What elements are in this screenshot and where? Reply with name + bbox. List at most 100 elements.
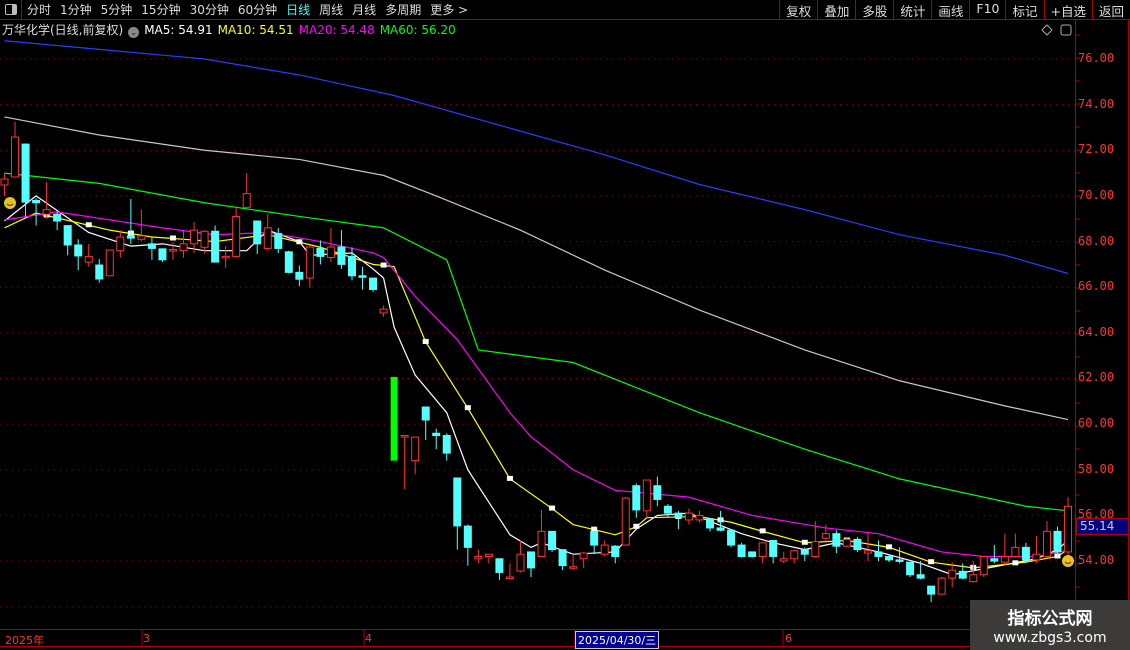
candle-down	[748, 551, 757, 557]
ma10-marker	[169, 235, 176, 241]
candle-up	[474, 555, 483, 560]
candle-down	[358, 275, 367, 278]
price-tick-label: 62.00	[1078, 370, 1115, 385]
candle-up	[190, 229, 199, 245]
ma10-marker	[801, 539, 808, 545]
ma10-marker	[422, 338, 429, 344]
price-tick-label: 54.00	[1078, 553, 1115, 568]
candle-up	[116, 236, 125, 252]
candle-down	[369, 277, 378, 290]
watermark-title: 指标公式网	[1007, 609, 1093, 629]
candle-down	[158, 248, 167, 261]
candle-up	[484, 553, 493, 557]
candle-up	[600, 544, 609, 555]
candle-down	[53, 213, 62, 222]
candle-up	[621, 497, 630, 546]
date-label-april: 4	[365, 632, 372, 645]
candle-down	[800, 549, 809, 555]
candle-down	[727, 529, 736, 546]
candle-up	[305, 246, 314, 279]
candle-up	[937, 577, 946, 595]
price-tick-label: 66.00	[1078, 279, 1115, 294]
watermark: 指标公式网 www.zbgs3.com	[970, 600, 1130, 650]
candle-down	[453, 477, 462, 527]
candle-up	[326, 246, 335, 259]
candle-down	[611, 545, 620, 557]
ma-line-ma-gray	[4, 116, 1069, 421]
candle-up	[200, 230, 209, 248]
candle-down	[421, 406, 430, 421]
candle-down	[885, 555, 894, 561]
diamond-icon	[1041, 24, 1053, 36]
ma10-marker	[633, 523, 640, 529]
candle-up	[221, 255, 230, 259]
candle-down	[1021, 546, 1030, 561]
candle-down	[663, 505, 672, 514]
candle-down	[284, 251, 293, 273]
panel-toggle-icon	[1060, 24, 1072, 36]
price-tick-label: 74.00	[1078, 96, 1115, 111]
ma10-marker	[296, 239, 303, 245]
candle-down	[316, 247, 325, 257]
candle-down	[548, 530, 557, 551]
candle-down	[74, 244, 83, 257]
candle-up	[137, 235, 146, 240]
candle-down	[737, 544, 746, 557]
candle-down	[337, 246, 346, 265]
candle-up	[379, 308, 388, 314]
candle-down	[632, 485, 641, 511]
date-label-year: 2025年	[5, 634, 44, 647]
candle-up	[863, 550, 872, 554]
candle-down	[527, 551, 535, 569]
date-label-june: 6	[785, 632, 792, 645]
price-tick-label: 72.00	[1078, 142, 1115, 157]
candle-up	[790, 550, 799, 560]
candle-up	[1000, 555, 1009, 563]
candle-up	[779, 558, 788, 562]
candle-up	[1042, 530, 1051, 557]
ma10-marker	[759, 528, 766, 534]
candle-up	[168, 249, 177, 252]
price-tick-label: 76.00	[1078, 51, 1115, 65]
candle-up	[1032, 553, 1041, 561]
candle-down	[916, 574, 925, 579]
candle-down	[463, 525, 472, 548]
candle-up	[695, 514, 704, 521]
candlestick-chart[interactable]	[0, 0, 1130, 650]
price-tick-label: 68.00	[1078, 233, 1115, 248]
ma10-marker	[506, 475, 513, 481]
candle-up	[821, 533, 830, 539]
candle-down	[274, 233, 283, 249]
price-tick-label: 64.00	[1078, 324, 1115, 339]
candle-down	[958, 570, 967, 579]
ma-line-ma20	[4, 211, 1069, 558]
candle-down	[906, 561, 915, 576]
candle-down	[126, 235, 135, 239]
watermark-url: www.zbgs3.com	[993, 630, 1107, 646]
crosshair-date-label: 2025/04/30/三	[575, 631, 660, 649]
price-tick-label: 58.00	[1078, 461, 1115, 476]
candle-up	[411, 436, 420, 462]
candle-up	[11, 136, 20, 178]
candle-down	[495, 558, 504, 573]
candle-up	[948, 569, 957, 579]
candle-up	[84, 255, 93, 263]
candle-down	[253, 220, 262, 245]
candle-down	[674, 512, 683, 518]
candle-down	[95, 264, 104, 280]
candle-down	[432, 432, 441, 437]
candle-down	[558, 549, 567, 567]
candle-down	[874, 551, 883, 557]
candle-down	[895, 559, 904, 562]
ma-line-ma-blue	[4, 40, 1069, 275]
candle-up	[969, 574, 978, 583]
candle-up	[42, 209, 51, 215]
candle-down	[832, 533, 841, 547]
candle-down	[442, 435, 451, 454]
candle-up	[1064, 505, 1073, 553]
ma-line-ma10	[4, 212, 1069, 569]
ma10-marker	[1012, 560, 1019, 566]
candle-down	[853, 538, 862, 551]
candle-down	[1053, 530, 1062, 553]
candle-down	[590, 530, 599, 546]
